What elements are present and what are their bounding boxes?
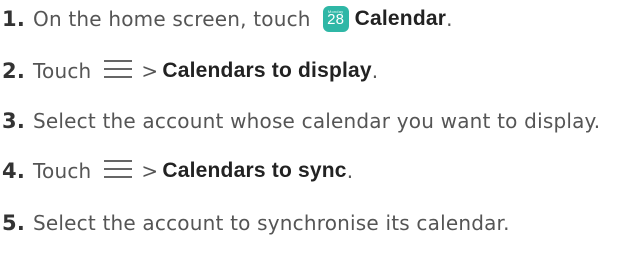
step-number: 4 (2, 159, 17, 183)
step-dot: . (16, 7, 25, 31)
step-period: . (446, 7, 453, 31)
step-dot: . (16, 109, 25, 133)
step-dot: . (16, 211, 25, 235)
app-name: Calendar (354, 7, 447, 30)
step-text: Touch (33, 59, 92, 83)
menu-option-label: Calendars to display (162, 59, 372, 82)
menu-separator: > (141, 59, 159, 83)
step-text: On the home screen, touch (33, 7, 311, 31)
step-text: Touch (33, 159, 92, 183)
step-number: 2 (2, 59, 17, 83)
calendar-app-icon: Monday 28 (322, 6, 349, 32)
step-dot: . (16, 59, 25, 83)
step-4: 4. Touch > Calendars to sync. (2, 156, 353, 186)
menu-separator: > (141, 159, 159, 183)
step-period: . (371, 59, 379, 83)
menu-icon (103, 158, 133, 185)
step-number: 3 (2, 109, 17, 133)
step-text: Select the account whose calendar you wa… (33, 109, 601, 133)
step-number: 5 (2, 211, 17, 235)
step-text: Select the account to synchronise its ca… (33, 211, 510, 235)
step-period: . (346, 159, 354, 183)
step-3: 3. Select the account whose calendar you… (2, 106, 600, 136)
step-2: 2. Touch > Calendars to display. (2, 56, 378, 86)
step-number: 1 (2, 7, 17, 31)
step-dot: . (16, 159, 25, 183)
step-1: 1. On the home screen, touch Monday 28 C… (2, 4, 453, 34)
step-5: 5. Select the account to synchronise its… (2, 208, 510, 238)
calendar-icon-day: 28 (327, 11, 345, 28)
menu-icon (103, 58, 133, 85)
menu-option-label: Calendars to sync (162, 159, 347, 182)
